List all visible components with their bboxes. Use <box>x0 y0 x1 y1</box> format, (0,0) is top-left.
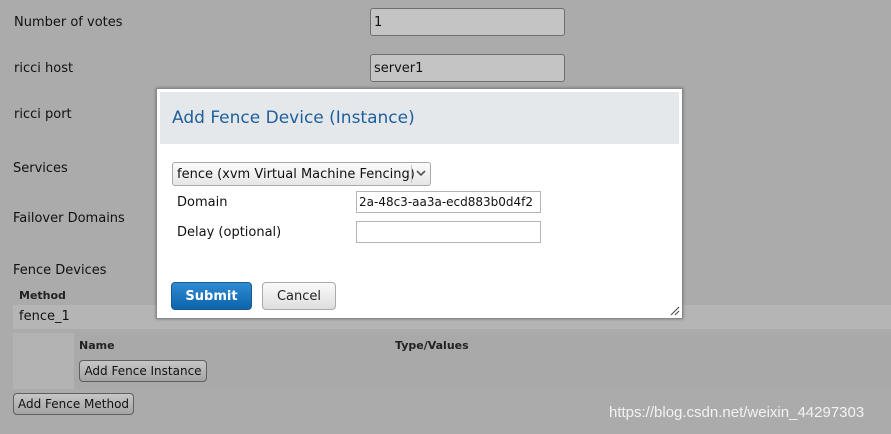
method-column-header: Method <box>19 289 66 302</box>
delay-input[interactable] <box>356 221 541 243</box>
domain-label: Domain <box>177 195 228 210</box>
fence-devices-label: Fence Devices <box>13 263 107 278</box>
fence-device-select[interactable]: fence (xvm Virtual Machine Fencing) <box>172 162 431 186</box>
failover-domains-label: Failover Domains <box>13 211 125 226</box>
name-column-header: Name <box>79 339 115 352</box>
type-values-column-header: Type/Values <box>395 339 469 352</box>
watermark-text: https://blog.csdn.net/weixin_44297303 <box>609 404 865 421</box>
add-fence-instance-button[interactable]: Add Fence Instance <box>79 360 207 382</box>
votes-field[interactable]: 1 <box>370 8 565 36</box>
fence-method-name: fence_1 <box>19 309 70 324</box>
fence-device-select-value: fence (xvm Virtual Machine Fencing) <box>177 167 415 182</box>
votes-label: Number of votes <box>14 15 123 30</box>
domain-input[interactable]: 2a-48c3-aa3a-ecd883b0d4f2 <box>356 191 541 213</box>
submit-button[interactable]: Submit <box>171 282 252 310</box>
dialog-header: Add Fence Device (Instance) <box>160 92 679 144</box>
dialog-title: Add Fence Device (Instance) <box>172 108 415 128</box>
services-label: Services <box>13 161 68 176</box>
chevron-down-icon <box>416 168 426 178</box>
ricci-host-field[interactable]: server1 <box>370 54 565 82</box>
cancel-button[interactable]: Cancel <box>262 282 336 310</box>
resize-grip-icon[interactable] <box>668 304 680 316</box>
ricci-port-label: ricci port <box>14 107 72 122</box>
add-fence-method-button[interactable]: Add Fence Method <box>13 393 134 415</box>
ricci-host-label: ricci host <box>14 61 74 76</box>
select-divider <box>411 165 412 183</box>
add-fence-device-dialog: Add Fence Device (Instance) fence (xvm V… <box>156 88 683 319</box>
delay-label: Delay (optional) <box>177 225 282 240</box>
